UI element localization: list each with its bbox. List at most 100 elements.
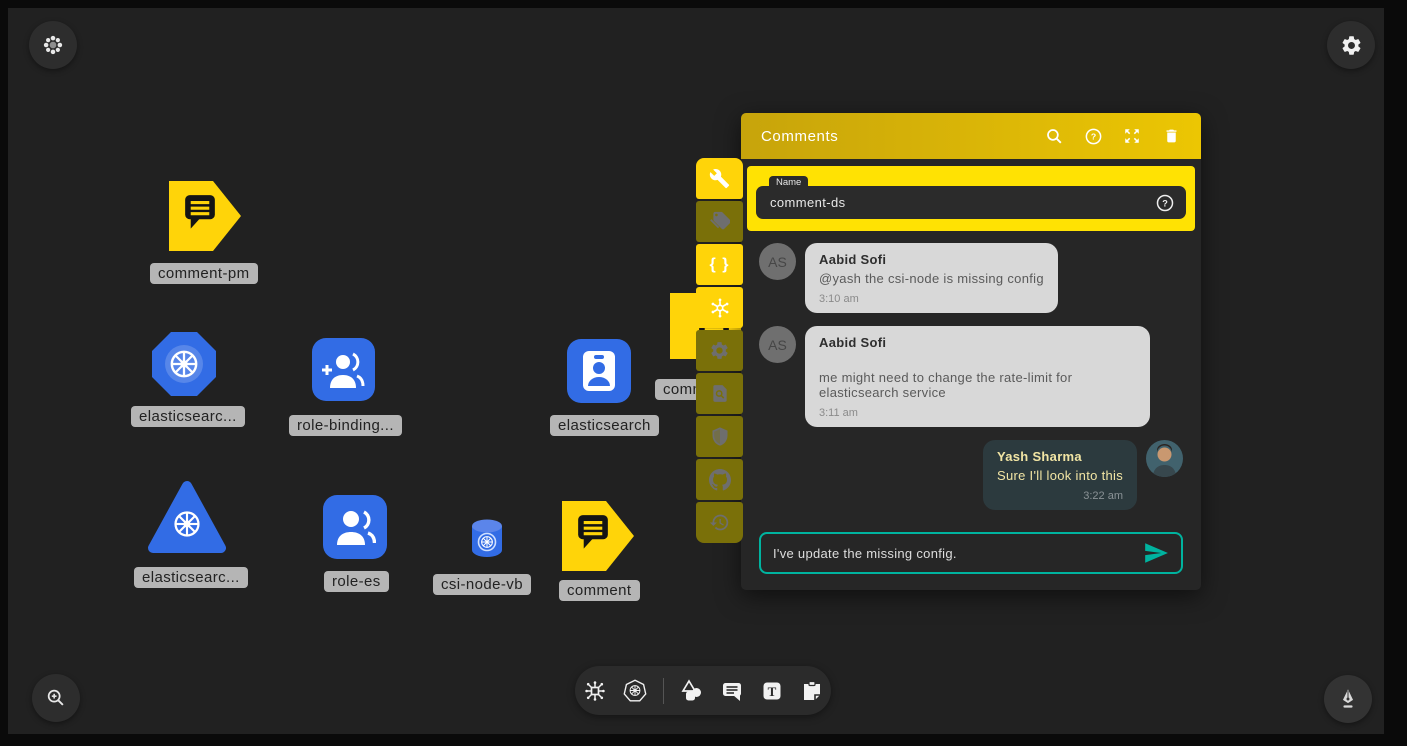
design-network-icon	[583, 679, 607, 703]
chat-input-box[interactable]	[759, 532, 1183, 574]
comments-panel-header[interactable]: Comments ?	[741, 113, 1201, 159]
node-action-toolbar: { }	[696, 158, 743, 543]
shield-icon	[710, 426, 730, 447]
kubernetes-wheel-icon	[172, 352, 196, 376]
toolbar-divider	[663, 678, 664, 704]
name-field-highlight: Name ?	[747, 166, 1195, 231]
name-input[interactable]	[756, 195, 1155, 210]
node-label[interactable]: csi-node-vb	[433, 574, 531, 595]
chat-input[interactable]	[773, 546, 1143, 561]
history-button[interactable]	[696, 502, 743, 543]
svg-text:?: ?	[1090, 131, 1095, 141]
comment-tool-button[interactable]	[720, 679, 744, 703]
message-time: 3:11 am	[819, 407, 1136, 419]
zoom-button[interactable]	[32, 674, 80, 722]
message-text: me might need to change the rate-limit f…	[819, 370, 1136, 400]
person-add-icon	[322, 350, 366, 390]
message: AS Aabid Sofi @yash the csi-node is miss…	[759, 243, 1183, 313]
node-elasticsearch[interactable]	[567, 339, 631, 403]
node-label[interactable]: role-es	[324, 571, 389, 592]
send-button[interactable]	[1143, 540, 1169, 566]
node-label[interactable]: elasticsearc...	[134, 567, 248, 588]
draw-tool-button[interactable]	[1324, 675, 1372, 723]
kubernetes-button[interactable]	[623, 679, 647, 703]
delete-button[interactable]	[1161, 126, 1181, 146]
help-icon[interactable]: ?	[1155, 193, 1175, 213]
braces-icon: { }	[710, 256, 730, 274]
svg-text:T: T	[767, 684, 776, 699]
avatar	[1146, 440, 1183, 477]
shapes-button[interactable]	[680, 679, 704, 703]
text-tool-icon: T	[760, 679, 784, 703]
help-icon: ?	[1084, 127, 1103, 146]
kubernetes-icon	[623, 678, 647, 703]
configure-wrench-button[interactable]	[696, 158, 743, 199]
expand-icon	[1123, 127, 1141, 145]
people-icon	[334, 507, 376, 547]
tag-button[interactable]	[696, 201, 743, 242]
app-window: comment-pm elasticsearc... role-binding.…	[0, 0, 1407, 746]
message-author: Aabid Sofi	[819, 252, 1044, 267]
braces-button[interactable]: { }	[696, 244, 743, 285]
cluster-context-button[interactable]	[29, 21, 77, 69]
avatar: AS	[759, 326, 796, 363]
settings-button[interactable]	[696, 330, 743, 371]
hub-button[interactable]	[696, 287, 743, 328]
node-label[interactable]: comment-pm	[150, 263, 258, 284]
cluster-flower-icon	[42, 34, 64, 56]
node-comment[interactable]	[561, 500, 635, 572]
kubernetes-wheel-icon	[176, 513, 199, 536]
gear-icon	[709, 340, 730, 361]
search-icon	[1045, 127, 1064, 146]
help-button[interactable]: ?	[1083, 126, 1103, 146]
shapes-icon	[680, 679, 704, 703]
node-label[interactable]: comment	[559, 580, 640, 601]
node-label[interactable]: role-binding...	[289, 415, 402, 436]
search-button[interactable]	[1044, 126, 1064, 146]
doc-search-button[interactable]	[696, 373, 743, 414]
message: AS Aabid Sofi me might need to change th…	[759, 326, 1183, 427]
pen-nib-icon	[1337, 688, 1359, 710]
note-tool-icon	[800, 679, 824, 703]
delete-icon	[1163, 127, 1180, 145]
message: Yash Sharma Sure I'll look into this 3:2…	[759, 440, 1183, 510]
node-comment-pm[interactable]	[168, 180, 242, 252]
wrench-icon	[709, 168, 730, 189]
message-text: @yash the csi-node is missing config	[819, 271, 1044, 286]
node-label[interactable]: elasticsearc...	[131, 406, 245, 427]
tag-icon	[709, 211, 730, 232]
history-icon	[709, 512, 730, 533]
design-canvas[interactable]: comment-pm elasticsearc... role-binding.…	[8, 8, 1384, 734]
hub-icon	[709, 297, 731, 319]
note-tool-button[interactable]	[800, 679, 824, 703]
message-author: Yash Sharma	[997, 449, 1123, 464]
svg-text:?: ?	[1162, 198, 1168, 208]
text-tool-button[interactable]: T	[760, 679, 784, 703]
name-field[interactable]: Name ?	[756, 186, 1186, 219]
design-network-button[interactable]	[583, 679, 607, 703]
doc-search-icon	[710, 383, 730, 404]
node-elasticsearch-triangle[interactable]	[146, 478, 228, 558]
node-csi-node-vb[interactable]	[468, 518, 506, 560]
name-field-label: Name	[769, 176, 808, 190]
kubernetes-wheel-icon	[482, 537, 493, 548]
id-badge-icon	[582, 350, 616, 392]
zoom-in-icon	[45, 687, 67, 709]
node-role-binding[interactable]	[312, 338, 375, 401]
settings-button-global[interactable]	[1327, 21, 1375, 69]
message-list: AS Aabid Sofi @yash the csi-node is miss…	[741, 235, 1201, 510]
node-elasticsearch-octagon[interactable]	[150, 330, 218, 398]
comment-tool-icon	[720, 679, 744, 703]
github-button[interactable]	[696, 459, 743, 500]
send-icon	[1143, 540, 1169, 566]
panel-title: Comments	[761, 128, 838, 145]
node-label[interactable]: elasticsearch	[550, 415, 659, 436]
message-time: 3:10 am	[819, 293, 1044, 305]
avatar: AS	[759, 243, 796, 280]
expand-button[interactable]	[1122, 126, 1142, 146]
node-role-es[interactable]	[323, 495, 387, 559]
comments-panel: Comments ?	[741, 113, 1201, 590]
security-button[interactable]	[696, 416, 743, 457]
message-text: Sure I'll look into this	[997, 468, 1123, 483]
message-time: 3:22 am	[997, 490, 1123, 502]
